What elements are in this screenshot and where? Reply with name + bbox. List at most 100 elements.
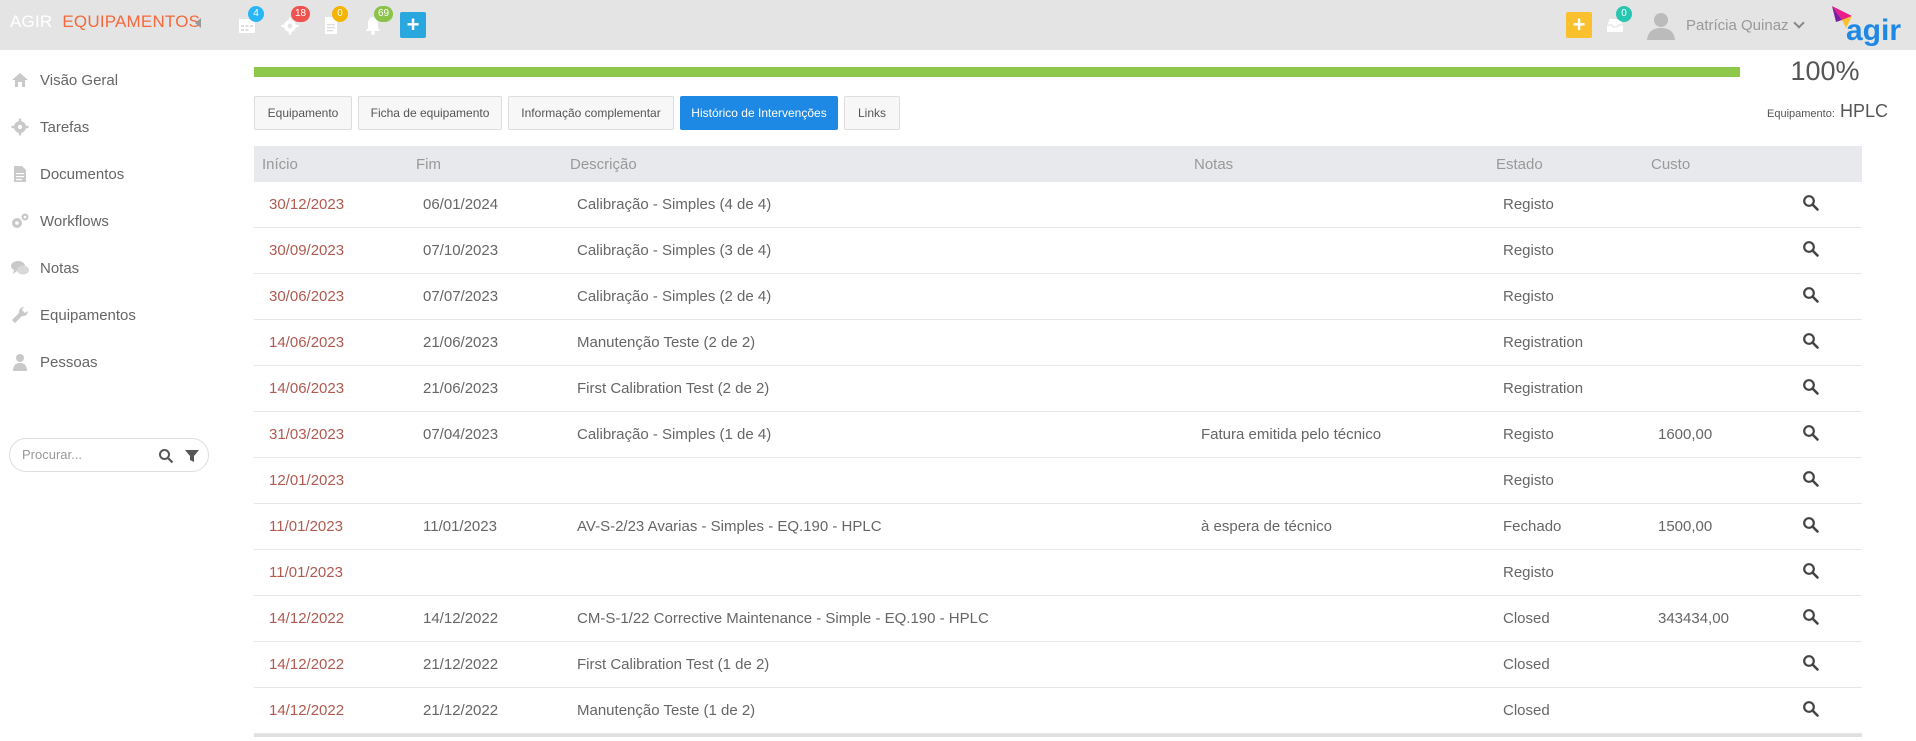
- equipment-label: Equipamento:: [1767, 108, 1835, 120]
- table-row[interactable]: 14/12/2022 14/12/2022 CM-S-1/22 Corrective…: [254, 596, 1862, 642]
- gear-icon[interactable]: 18: [279, 6, 311, 36]
- table-row[interactable]: 14/12/2022 21/12/2022 Manutenção Teste (1 …: [254, 688, 1862, 734]
- sidebar-item-label: Visão Geral: [40, 71, 119, 89]
- header-descricao[interactable]: Descrição: [570, 156, 637, 173]
- sidebar-item-label: Pessoas: [40, 353, 98, 371]
- cell-estado: Registration: [1503, 380, 1584, 397]
- table-row[interactable]: 31/03/2023 07/04/2023 Calibração - Simples…: [254, 412, 1862, 458]
- app-brand[interactable]: AGIR EQUIPAMENTOS: [10, 12, 200, 32]
- inbox-icon[interactable]: 0: [1604, 6, 1632, 36]
- add-button-blue[interactable]: +: [400, 12, 426, 38]
- bell-icon[interactable]: 69: [362, 6, 394, 36]
- cell-inicio: 31/03/2023: [269, 426, 345, 443]
- progress-fill: [254, 67, 1740, 77]
- cell-estado: Registo: [1503, 472, 1554, 489]
- home-icon: [12, 73, 28, 87]
- header-estado[interactable]: Estado: [1496, 156, 1543, 173]
- equipment-value: HPLC: [1839, 101, 1888, 121]
- view-details-icon[interactable]: [1802, 516, 1820, 534]
- filter-icon[interactable]: [184, 448, 200, 464]
- view-details-icon[interactable]: [1802, 700, 1820, 718]
- cell-custo: 1600,00: [1658, 426, 1713, 443]
- progress-bar: [254, 67, 1740, 77]
- sidebar-item-label: Workflows: [40, 212, 109, 230]
- tab-equipamento[interactable]: Equipamento: [254, 96, 352, 130]
- calendar-icon[interactable]: 4: [236, 6, 264, 36]
- tab-ficha-de-equipamento[interactable]: Ficha de equipamento: [358, 96, 502, 130]
- search-icon[interactable]: [158, 448, 174, 464]
- calendar-badge: 4: [248, 6, 264, 22]
- bell-badge: 69: [374, 6, 394, 22]
- cell-estado: Registration: [1503, 334, 1584, 351]
- header-fim[interactable]: Fim: [416, 156, 441, 173]
- table-row[interactable]: 11/01/2023 11/01/2023 AV-S-2/23 Avarias - …: [254, 504, 1862, 550]
- table-row[interactable]: 14/06/2023 21/06/2023 First Calibration Te…: [254, 366, 1862, 412]
- search-input[interactable]: [22, 447, 142, 462]
- cell-descricao: First Calibration Test (1 de 2): [577, 656, 770, 673]
- cell-inicio: 14/06/2023: [269, 334, 345, 351]
- header-notas[interactable]: Notas: [1194, 156, 1233, 173]
- sidebar-item-label: Tarefas: [40, 118, 90, 136]
- cell-custo: 1500,00: [1658, 518, 1713, 535]
- cell-inicio: 11/01/2023: [269, 518, 343, 535]
- view-details-icon[interactable]: [1802, 608, 1820, 626]
- document-icon[interactable]: 0: [320, 6, 348, 36]
- cell-inicio: 11/01/2023: [269, 564, 343, 581]
- cell-fim: 21/12/2022: [423, 656, 499, 673]
- cell-descricao: Manutenção Teste (1 de 2): [577, 702, 756, 719]
- cell-fim: 06/01/2024: [423, 196, 499, 213]
- tab-historico-de-intervencoes[interactable]: Histórico de Intervenções: [680, 96, 838, 130]
- view-details-icon[interactable]: [1802, 286, 1820, 304]
- view-details-icon[interactable]: [1802, 654, 1820, 672]
- view-details-icon[interactable]: [1802, 240, 1820, 258]
- cell-descricao: First Calibration Test (2 de 2): [577, 380, 770, 397]
- cell-estado: Closed: [1503, 610, 1550, 627]
- equipment-info: Equipamento: HPLC: [1767, 101, 1888, 122]
- document-badge: 0: [332, 6, 348, 22]
- cell-estado: Registo: [1503, 196, 1554, 213]
- cell-fim: 07/04/2023: [423, 426, 499, 443]
- cell-inicio: 14/12/2022: [269, 610, 345, 627]
- user-menu[interactable]: Patrícia Quinaz: [1644, 8, 1805, 42]
- tab-informacao-complementar[interactable]: Informação complementar: [508, 96, 674, 130]
- sidebar-item-label: Documentos: [40, 165, 125, 183]
- add-button-yellow[interactable]: +: [1566, 12, 1592, 38]
- cell-custo: 343434,00: [1658, 610, 1729, 627]
- sidebar-item-workflows[interactable]: Workflows: [0, 199, 220, 243]
- table-row[interactable]: 11/01/2023 Registo: [254, 550, 1862, 596]
- view-details-icon[interactable]: [1802, 424, 1820, 442]
- view-details-icon[interactable]: [1802, 194, 1820, 212]
- table-row[interactable]: 14/12/2022 21/12/2022 First Calibration Te…: [254, 642, 1862, 688]
- view-details-icon[interactable]: [1802, 562, 1820, 580]
- cell-inicio: 14/12/2022: [269, 702, 345, 719]
- view-details-icon[interactable]: [1802, 378, 1820, 396]
- cell-inicio: 30/12/2023: [269, 196, 345, 213]
- cell-descricao: CM-S-1/22 Corrective Maintenance - Simpl…: [577, 610, 989, 627]
- table-row[interactable]: 14/06/2023 21/06/2023 Manutenção Teste (2 …: [254, 320, 1862, 366]
- table-row[interactable]: 30/06/2023 07/07/2023 Calibração - Simples…: [254, 274, 1862, 320]
- cell-inicio: 12/01/2023: [269, 472, 345, 489]
- sidebar-item-tarefas[interactable]: Tarefas: [0, 105, 220, 149]
- collapse-sidebar-icon[interactable]: [195, 18, 201, 28]
- cell-fim: 07/07/2023: [423, 288, 499, 305]
- table-row[interactable]: 30/12/2023 06/01/2024 Calibração - Simples…: [254, 182, 1862, 228]
- sidebar-item-notas[interactable]: Notas: [0, 246, 220, 290]
- header-custo[interactable]: Custo: [1651, 156, 1690, 173]
- view-details-icon[interactable]: [1802, 332, 1820, 350]
- cell-descricao: Manutenção Teste (2 de 2): [577, 334, 756, 351]
- table-row[interactable]: 12/01/2023 Registo: [254, 458, 1862, 504]
- cell-notas: à espera de técnico: [1201, 518, 1332, 535]
- header-inicio[interactable]: Início: [262, 156, 298, 173]
- cell-estado: Closed: [1503, 656, 1550, 673]
- interventions-table: Início Fim Descrição Notas Estado Custo …: [254, 146, 1862, 737]
- gear-icon: [11, 118, 29, 136]
- sidebar-item-documentos[interactable]: Documentos: [0, 152, 220, 196]
- sidebar-item-equipamentos[interactable]: Equipamentos: [0, 293, 220, 337]
- brand-module: EQUIPAMENTOS: [62, 12, 201, 31]
- sidebar-item-pessoas[interactable]: Pessoas: [0, 340, 220, 384]
- table-row[interactable]: 30/09/2023 07/10/2023 Calibração - Simples…: [254, 228, 1862, 274]
- view-details-icon[interactable]: [1802, 470, 1820, 488]
- table-header: Início Fim Descrição Notas Estado Custo: [254, 146, 1862, 182]
- tab-links[interactable]: Links: [844, 96, 900, 130]
- sidebar-item-visao-geral[interactable]: Visão Geral: [0, 58, 220, 102]
